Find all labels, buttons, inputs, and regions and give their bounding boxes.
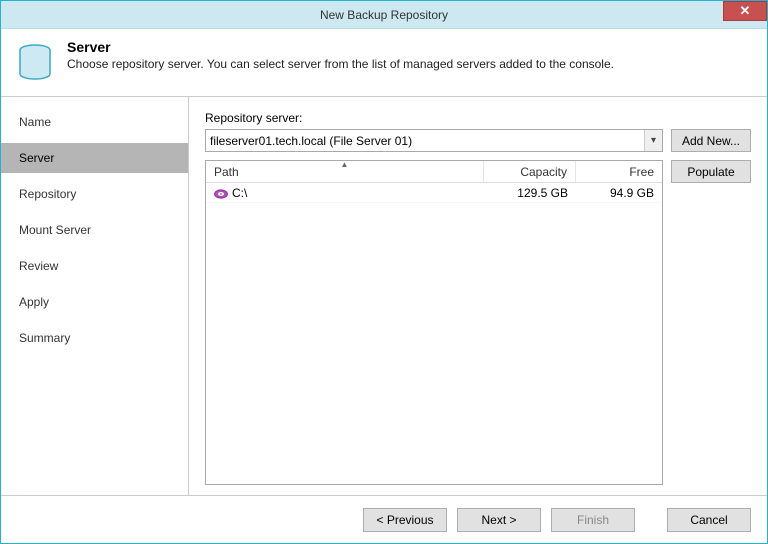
sidebar-item-summary[interactable]: Summary	[1, 323, 188, 353]
repo-server-select[interactable]: fileserver01.tech.local (File Server 01)	[206, 130, 644, 151]
sidebar-item-repository[interactable]: Repository	[1, 179, 188, 209]
close-button[interactable]: ✕	[723, 1, 767, 21]
cell-path-text: C:\	[232, 186, 247, 200]
sidebar-item-apply[interactable]: Apply	[1, 287, 188, 317]
dialog-window: New Backup Repository ✕ Server Choose re…	[0, 0, 768, 544]
disk-icon	[214, 188, 228, 198]
repo-server-row: fileserver01.tech.local (File Server 01)…	[205, 129, 751, 152]
table-side-buttons: Populate	[671, 160, 751, 485]
cell-path: C:\	[206, 186, 484, 200]
wizard-sidebar: Name Server Repository Mount Server Revi…	[1, 97, 189, 495]
cell-capacity: 129.5 GB	[484, 186, 576, 200]
window-title: New Backup Repository	[320, 8, 448, 22]
previous-button[interactable]: < Previous	[363, 508, 447, 532]
sidebar-item-review[interactable]: Review	[1, 251, 188, 281]
col-capacity[interactable]: Capacity	[484, 161, 576, 182]
col-free-label: Free	[629, 165, 654, 179]
repo-server-label: Repository server:	[205, 111, 751, 125]
repository-stack-icon	[15, 41, 55, 81]
volumes-area: Path ▲ Capacity Free	[205, 160, 751, 485]
sidebar-item-mount-server[interactable]: Mount Server	[1, 215, 188, 245]
wizard-footer: < Previous Next > Finish Cancel	[1, 495, 767, 543]
col-path[interactable]: Path ▲	[206, 161, 484, 182]
chevron-down-icon: ▾	[644, 130, 662, 151]
populate-button[interactable]: Populate	[671, 160, 751, 183]
cancel-button[interactable]: Cancel	[667, 508, 751, 532]
col-path-label: Path	[214, 165, 239, 179]
page-subtitle: Choose repository server. You can select…	[67, 57, 753, 71]
titlebar: New Backup Repository ✕	[1, 1, 767, 29]
repo-server-combo[interactable]: fileserver01.tech.local (File Server 01)…	[205, 129, 663, 152]
table-header: Path ▲ Capacity Free	[206, 161, 662, 183]
col-capacity-label: Capacity	[520, 165, 567, 179]
next-button[interactable]: Next >	[457, 508, 541, 532]
sort-asc-icon: ▲	[341, 160, 349, 169]
table-body: C:\ 129.5 GB 94.9 GB	[206, 183, 662, 484]
wizard-header: Server Choose repository server. You can…	[1, 29, 767, 97]
col-free[interactable]: Free	[576, 161, 662, 182]
cell-free: 94.9 GB	[576, 186, 662, 200]
close-icon: ✕	[740, 3, 751, 19]
add-new-button[interactable]: Add New...	[671, 129, 751, 152]
volumes-table: Path ▲ Capacity Free	[205, 160, 663, 485]
sidebar-item-name[interactable]: Name	[1, 107, 188, 137]
page-title: Server	[67, 39, 753, 55]
finish-button: Finish	[551, 508, 635, 532]
dialog-body: Name Server Repository Mount Server Revi…	[1, 97, 767, 495]
sidebar-item-server[interactable]: Server	[1, 143, 188, 173]
wizard-content: Repository server: fileserver01.tech.loc…	[189, 97, 767, 495]
table-row[interactable]: C:\ 129.5 GB 94.9 GB	[206, 183, 662, 203]
header-text: Server Choose repository server. You can…	[67, 39, 753, 71]
